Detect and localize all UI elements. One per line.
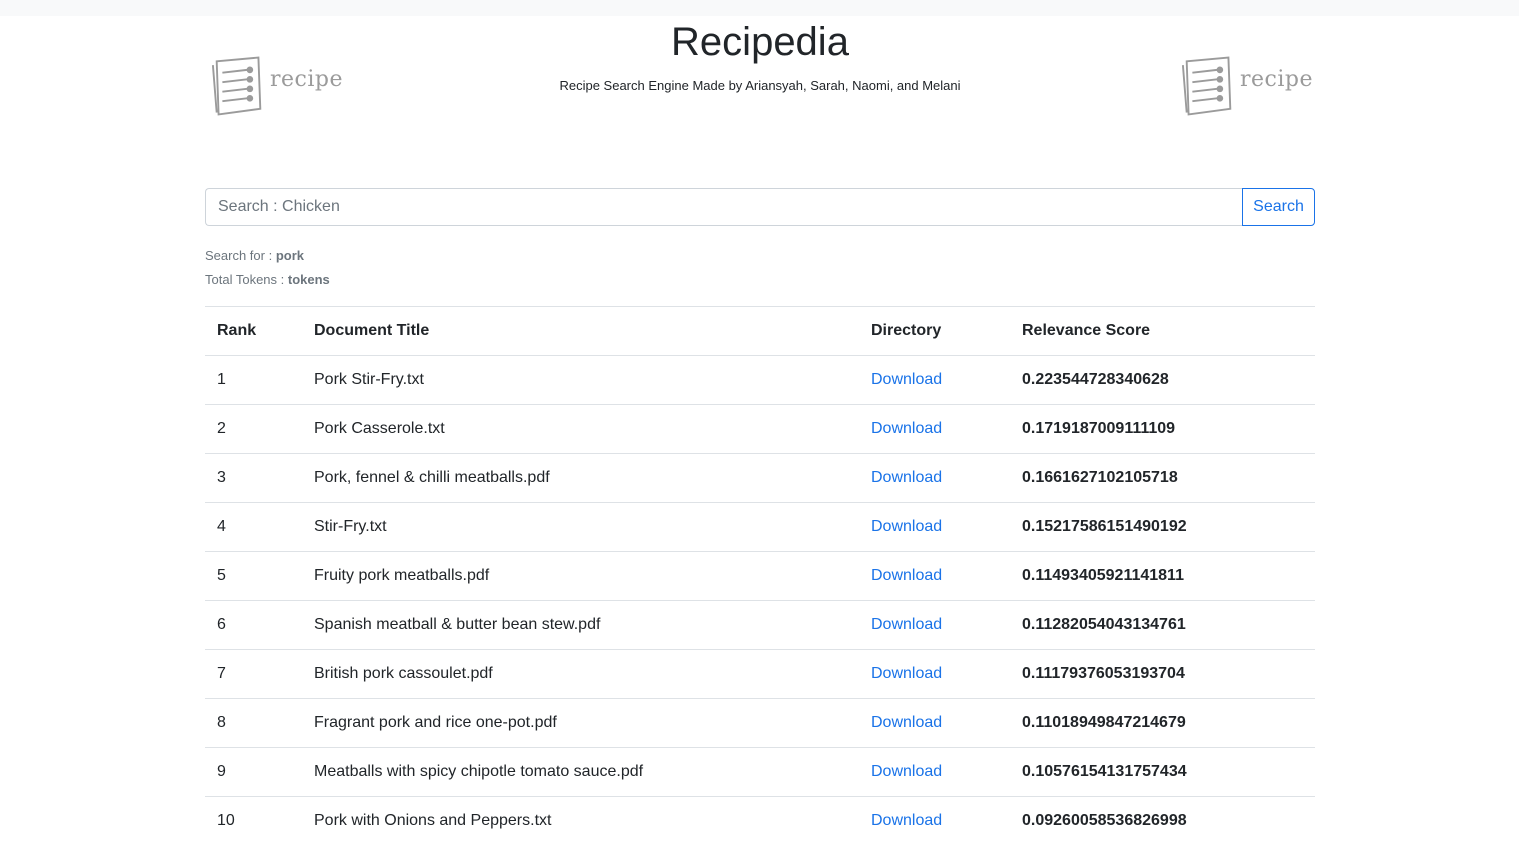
header-relevance-score: Relevance Score — [1010, 306, 1315, 356]
document-title-cell: Meatballs with spicy chipotle tomato sau… — [302, 747, 859, 797]
results-table: Rank Document Title Directory Relevance … — [205, 306, 1315, 845]
document-title-cell: Stir-Fry.txt — [302, 502, 859, 552]
document-title-cell: Fruity pork meatballs.pdf — [302, 551, 859, 601]
document-title-cell: Spanish meatball & butter bean stew.pdf — [302, 600, 859, 650]
table-row: 10 Pork with Onions and Peppers.txt Down… — [205, 796, 1315, 845]
relevance-score-cell: 0.1719187009111109 — [1010, 404, 1315, 454]
rank-cell: 1 — [205, 355, 302, 405]
directory-cell: Download — [859, 649, 1010, 699]
document-title-cell: British pork cassoulet.pdf — [302, 649, 859, 699]
relevance-score-cell: 0.11018949847214679 — [1010, 698, 1315, 748]
logo-text: recipe — [1240, 66, 1313, 92]
rank-cell: 3 — [205, 453, 302, 503]
search-for-value: pork — [275, 248, 304, 263]
top-bar — [0, 0, 1519, 16]
download-link[interactable]: Download — [871, 714, 942, 731]
document-title-cell: Pork Stir-Fry.txt — [302, 355, 859, 405]
relevance-score-cell: 0.09260058536826998 — [1010, 796, 1315, 845]
recipe-logo-right: recipe — [1181, 54, 1313, 118]
download-link[interactable]: Download — [871, 665, 942, 682]
header-document-title: Document Title — [302, 306, 859, 356]
document-title-cell: Pork with Onions and Peppers.txt — [302, 796, 859, 845]
download-link[interactable]: Download — [871, 567, 942, 584]
table-row: 6 Spanish meatball & butter bean stew.pd… — [205, 600, 1315, 650]
relevance-score-cell: 0.1661627102105718 — [1010, 453, 1315, 503]
recipe-paper-icon — [1181, 56, 1232, 116]
download-link[interactable]: Download — [871, 812, 942, 829]
rank-cell: 4 — [205, 502, 302, 552]
relevance-score-cell: 0.11493405921141811 — [1010, 551, 1315, 601]
download-link[interactable]: Download — [871, 371, 942, 388]
rank-cell: 10 — [205, 796, 302, 845]
directory-cell: Download — [859, 600, 1010, 650]
relevance-score-cell: 0.10576154131757434 — [1010, 747, 1315, 797]
relevance-score-cell: 0.11179376053193704 — [1010, 649, 1315, 699]
total-tokens-label: Total Tokens : — [205, 272, 288, 287]
download-link[interactable]: Download — [871, 763, 942, 780]
search-button[interactable]: Search — [1242, 188, 1315, 226]
relevance-score-cell: 0.11282054043134761 — [1010, 600, 1315, 650]
directory-cell: Download — [859, 404, 1010, 454]
document-title-cell: Fragrant pork and rice one-pot.pdf — [302, 698, 859, 748]
search-input[interactable] — [205, 188, 1242, 226]
search-bar: Search — [205, 188, 1315, 226]
header-rank: Rank — [205, 306, 302, 356]
relevance-score-cell: 0.223544728340628 — [1010, 355, 1315, 405]
rank-cell: 8 — [205, 698, 302, 748]
rank-cell: 7 — [205, 649, 302, 699]
page-title: Recipedia — [671, 20, 849, 64]
page-subtitle: Recipe Search Engine Made by Ariansyah, … — [559, 78, 961, 93]
total-tokens-info: Total Tokens : tokens — [205, 272, 330, 287]
download-link[interactable]: Download — [871, 420, 942, 437]
directory-cell: Download — [859, 355, 1010, 405]
rank-cell: 9 — [205, 747, 302, 797]
directory-cell: Download — [859, 796, 1010, 845]
rank-cell: 5 — [205, 551, 302, 601]
total-tokens-value: tokens — [287, 272, 330, 287]
rank-cell: 6 — [205, 600, 302, 650]
document-title-cell: Pork, fennel & chilli meatballs.pdf — [302, 453, 859, 503]
table-row: 2 Pork Casserole.txt Download 0.17191870… — [205, 404, 1315, 454]
search-for-label: Search for : — [205, 248, 276, 263]
download-link[interactable]: Download — [871, 469, 942, 486]
document-title-cell: Pork Casserole.txt — [302, 404, 859, 454]
directory-cell: Download — [859, 551, 1010, 601]
table-row: 7 British pork cassoulet.pdf Download 0.… — [205, 649, 1315, 699]
directory-cell: Download — [859, 453, 1010, 503]
relevance-score-cell: 0.15217586151490192 — [1010, 502, 1315, 552]
header-directory: Directory — [859, 306, 1010, 356]
table-row: 1 Pork Stir-Fry.txt Download 0.223544728… — [205, 355, 1315, 405]
table-row: 8 Fragrant pork and rice one-pot.pdf Dow… — [205, 698, 1315, 748]
download-link[interactable]: Download — [871, 518, 942, 535]
table-row: 4 Stir-Fry.txt Download 0.15217586151490… — [205, 502, 1315, 552]
directory-cell: Download — [859, 698, 1010, 748]
table-row: 3 Pork, fennel & chilli meatballs.pdf Do… — [205, 453, 1315, 503]
search-for-info: Search for : pork — [205, 248, 304, 263]
table-row: 5 Fruity pork meatballs.pdf Download 0.1… — [205, 551, 1315, 601]
table-row: 9 Meatballs with spicy chipotle tomato s… — [205, 747, 1315, 797]
table-header-row: Rank Document Title Directory Relevance … — [205, 306, 1315, 356]
rank-cell: 2 — [205, 404, 302, 454]
download-link[interactable]: Download — [871, 616, 942, 633]
directory-cell: Download — [859, 502, 1010, 552]
directory-cell: Download — [859, 747, 1010, 797]
